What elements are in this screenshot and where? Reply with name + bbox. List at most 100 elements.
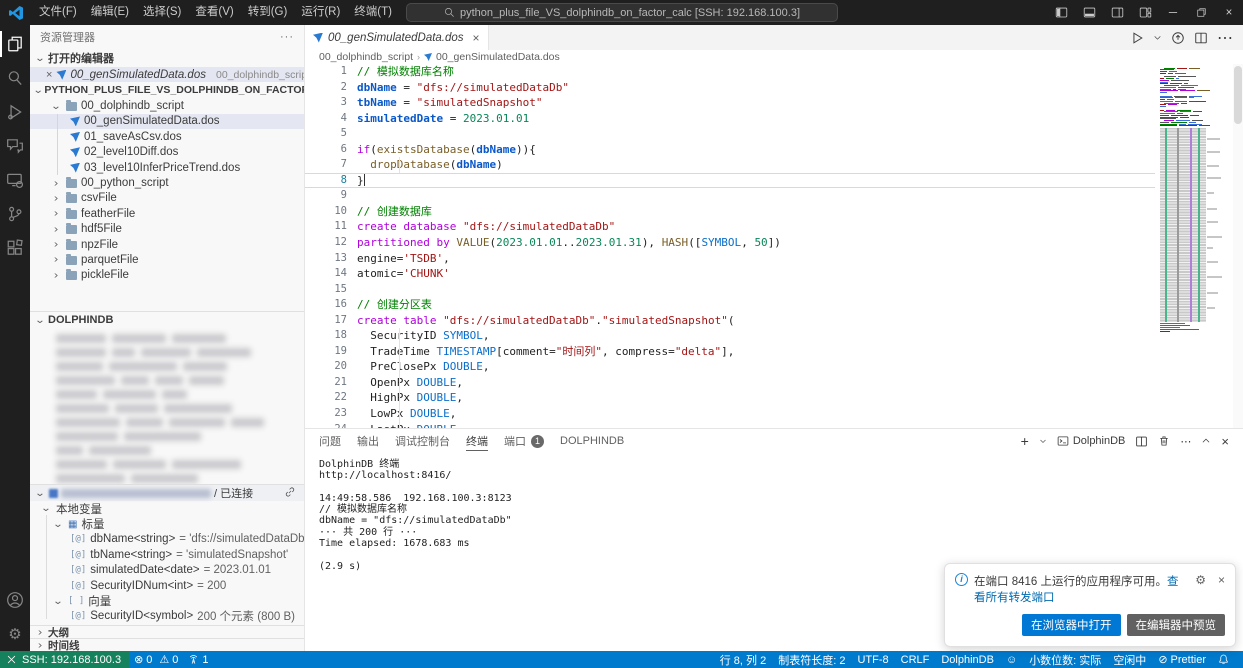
menu-item-0[interactable]: 文件(F) <box>32 6 84 18</box>
toggle-secondary-sidebar-icon[interactable] <box>1103 0 1131 25</box>
variable-item[interactable]: [@]simulatedDate<date> = 2023.01.01 <box>30 563 304 578</box>
panel-tab-终端[interactable]: 终端 <box>466 429 488 453</box>
tab-close-icon[interactable]: × <box>473 31 480 45</box>
code-line[interactable]: 22 HighPx DOUBLE, <box>305 390 1155 406</box>
run-file-icon[interactable] <box>1130 31 1144 45</box>
code-line[interactable]: 2dbName = "dfs://simulatedDataDb" <box>305 80 1155 96</box>
variable-item[interactable]: [@]SecurityIDNum<int> = 200 <box>30 578 304 593</box>
status-item-UTF-8[interactable]: UTF-8 <box>851 651 894 668</box>
tree-item[interactable]: 02_level10Diff.dos <box>30 145 304 160</box>
tree-item[interactable]: ›00_python_script <box>30 175 304 190</box>
split-editor-icon[interactable] <box>1194 31 1208 45</box>
status-item--[interactable]: 小数位数: 实际 <box>1023 651 1107 668</box>
panel-tab-输出[interactable]: 输出 <box>357 429 379 453</box>
code-line[interactable]: 1// 模拟数据库名称 <box>305 64 1155 80</box>
problems-indicator[interactable]: ⊗0 ⚠0 <box>129 651 183 668</box>
terminal-instance[interactable]: DolphinDB <box>1057 435 1126 447</box>
code-line[interactable]: 5 <box>305 126 1155 142</box>
status-item-bell[interactable] <box>1212 651 1235 668</box>
search-view-icon[interactable] <box>0 61 30 95</box>
close-icon[interactable]: × <box>46 69 52 81</box>
remote-indicator[interactable]: SSH: 192.168.100.3 <box>0 651 129 668</box>
run-dropdown-icon[interactable] <box>1153 33 1162 42</box>
sidebar-more-icon[interactable]: ··· <box>280 31 294 43</box>
panel-tab-端口[interactable]: 端口1 <box>504 429 544 453</box>
split-terminal-icon[interactable] <box>1135 435 1148 448</box>
account-icon[interactable] <box>0 583 30 617</box>
code-line[interactable]: 7 dropDatabase(dbName) <box>305 157 1155 173</box>
menu-item-4[interactable]: 转到(G) <box>241 6 295 18</box>
code-line[interactable]: 20 PreClosePx DOUBLE, <box>305 359 1155 375</box>
tree-item[interactable]: ›csvFile <box>30 191 304 206</box>
code-line[interactable]: 12partitioned by VALUE(2023.01.01..2023.… <box>305 235 1155 251</box>
tree-item[interactable]: ›featherFile <box>30 206 304 221</box>
customize-layout-icon[interactable] <box>1131 0 1159 25</box>
breadcrumb[interactable]: 00_dolphindb_script › 00_genSimulatedDat… <box>305 50 1243 64</box>
tree-item[interactable]: 00_genSimulatedData.dos <box>30 114 304 129</box>
command-center-search[interactable]: python_plus_file_VS_dolphindb_on_factor_… <box>406 3 838 22</box>
comments-icon[interactable] <box>0 129 30 163</box>
code-line[interactable]: 3tbName = "simulatedSnapshot" <box>305 95 1155 111</box>
menu-item-1[interactable]: 编辑(E) <box>84 6 136 18</box>
sync-icon[interactable] <box>1171 31 1185 45</box>
variable-item[interactable]: [@]tbName<string> = 'simulatedSnapshot' <box>30 547 304 562</box>
code-line[interactable]: 11create database "dfs://simulatedDataDb… <box>305 219 1155 235</box>
status-item--[interactable]: 空闲中 <box>1107 651 1152 668</box>
tree-item[interactable]: ›npzFile <box>30 237 304 252</box>
code-line[interactable]: 8} <box>305 173 1155 189</box>
menu-item-3[interactable]: 查看(V) <box>188 6 240 18</box>
source-control-icon[interactable] <box>0 197 30 231</box>
tree-item[interactable]: 03_level10InferPriceTrend.dos <box>30 160 304 175</box>
menu-item-6[interactable]: 终端(T) <box>347 6 399 18</box>
breadcrumb-file[interactable]: 00_genSimulatedData.dos <box>436 51 560 63</box>
code-line[interactable]: 23 LowPx DOUBLE, <box>305 406 1155 422</box>
notification-settings-gear-icon[interactable]: ⚙ <box>1195 573 1206 587</box>
more-actions-icon[interactable]: ⋯ <box>1217 28 1233 48</box>
code-editor[interactable]: 1// 模拟数据库名称2dbName = "dfs://simulatedDat… <box>305 64 1243 428</box>
code-line[interactable]: 9 <box>305 188 1155 204</box>
status-item-Prettier[interactable]: ⊘Prettier <box>1152 651 1212 668</box>
status-item-DolphinDB[interactable]: DolphinDB <box>935 651 1000 668</box>
tree-item[interactable]: ›parquetFile <box>30 252 304 267</box>
status-item--8-2[interactable]: 行 8, 列 2 <box>714 651 772 668</box>
menu-item-5[interactable]: 运行(R) <box>294 6 347 18</box>
ports-indicator[interactable]: 1 <box>183 651 213 668</box>
tree-item[interactable]: ⌄00_dolphindb_script <box>30 98 304 113</box>
editor-scrollbar[interactable] <box>1233 64 1243 428</box>
tree-item[interactable]: 01_saveAsCsv.dos <box>30 129 304 144</box>
code-line[interactable]: 15 <box>305 282 1155 298</box>
restore-button[interactable] <box>1187 0 1215 25</box>
code-line[interactable]: 13engine='TSDB', <box>305 251 1155 267</box>
outline-section-header[interactable]: › 大纲 <box>30 625 304 638</box>
scalar-group-header[interactable]: ⌄▦标量 <box>30 516 304 531</box>
code-line[interactable]: 4simulatedDate = 2023.01.01 <box>305 111 1155 127</box>
variable-item[interactable]: [@]SecurityID<symbol> 200 个元素 (800 B) <box>30 609 304 624</box>
code-line[interactable]: 16// 创建分区表 <box>305 297 1155 313</box>
vector-group-header[interactable]: ⌄[ ]向量 <box>30 593 304 608</box>
panel-tab-调试控制台[interactable]: 调试控制台 <box>395 429 450 453</box>
workspace-header[interactable]: ⌄ PYTHON_PLUS_FILE_VS_DOLPHINDB_ON_FACTO… <box>30 82 304 98</box>
settings-gear-icon[interactable]: ⚙ <box>0 617 30 651</box>
dolphindb-connection-row[interactable]: ⌄ / 已连接 <box>30 484 304 501</box>
timeline-section-header[interactable]: › 时间线 <box>30 638 304 651</box>
extensions-icon[interactable] <box>0 231 30 265</box>
code-line[interactable]: 17create table "dfs://simulatedDataDb"."… <box>305 313 1155 329</box>
minimap[interactable] <box>1157 64 1219 332</box>
sidebar-empty-space[interactable] <box>30 283 304 311</box>
dolphindb-section-header[interactable]: ⌄ DOLPHINDB <box>30 311 304 328</box>
toggle-sidebar-icon[interactable] <box>1047 0 1075 25</box>
status-item-CRLF[interactable]: CRLF <box>895 651 936 668</box>
close-button[interactable]: × <box>1215 0 1243 25</box>
panel-tab-问题[interactable]: 问题 <box>319 429 341 453</box>
open-editor-item[interactable]: × 00_genSimulatedData.dos 00_dolphindb_s… <box>30 67 304 82</box>
tree-item[interactable]: ›hdf5File <box>30 222 304 237</box>
status-item--2[interactable]: 制表符长度: 2 <box>772 651 851 668</box>
code-line[interactable]: 14atomic='CHUNK' <box>305 266 1155 282</box>
variable-item[interactable]: [@]dbName<string> = 'dfs://simulatedData… <box>30 532 304 547</box>
code-line[interactable]: 6if(existsDatabase(dbName)){ <box>305 142 1155 158</box>
open-in-browser-button[interactable]: 在浏览器中打开 <box>1022 614 1121 636</box>
code-line[interactable]: 10// 创建数据库 <box>305 204 1155 220</box>
code-line[interactable]: 24 LastPx DOUBLE, <box>305 422 1155 428</box>
terminal-dropdown-icon[interactable] <box>1039 437 1047 445</box>
explorer-icon[interactable] <box>0 27 30 61</box>
